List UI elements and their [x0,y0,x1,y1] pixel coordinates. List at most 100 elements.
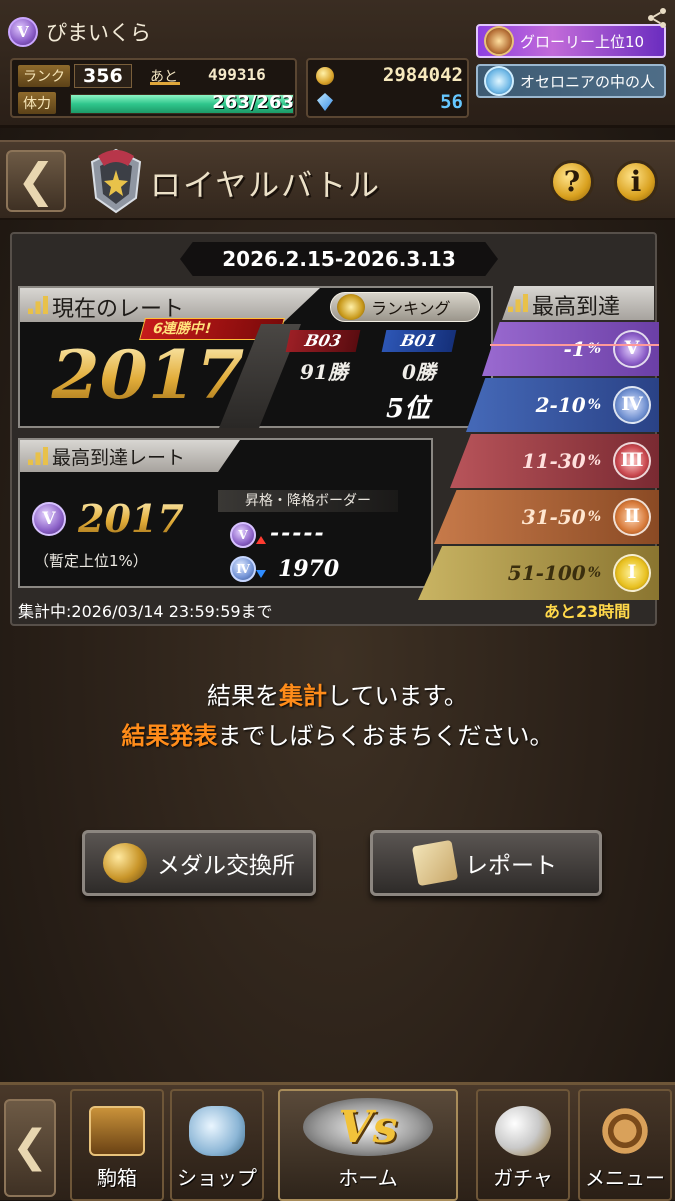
title-badge-glory[interactable]: グローリー上位10 [476,24,666,58]
laurel-icon [337,294,365,320]
rate-chart-icon [28,296,48,314]
info-button[interactable]: i [614,160,658,204]
nav-menu[interactable]: メニュー [578,1089,672,1201]
gem-count: 56 [440,91,463,113]
bo3-wins: 91勝 [300,360,348,384]
title-badge-secondary[interactable]: オセロニアの中の人 [476,64,666,98]
nav-label: 駒箱 [97,1166,137,1190]
current-rate-header: 現在のレート [20,288,320,322]
back-button[interactable]: ❮ [6,150,66,212]
bo1-label: B01 [381,330,457,352]
coin-icon [316,67,334,85]
player-info[interactable]: V ぴまいくら [8,12,151,52]
bottom-nav: ❮ 駒箱 ショップ Vs ホーム ガチャ メニュー [0,1082,675,1201]
currency-box[interactable]: 2984042 56 [306,58,469,118]
coin-count: 2984042 [382,64,463,86]
best-rate-header: 最高到達レート [20,440,240,472]
tier-4-medal-icon: Ⅳ [613,386,651,424]
tier-row-3: 11-30% Ⅲ [450,434,659,488]
character-avatar-icon [484,66,514,96]
status-message-line2: 結果発表までしばらくおまちください。 [0,716,675,751]
tier-unit: % [587,397,601,413]
remaining-time: あと23時間 [544,602,631,621]
promote-tier-icon: V [230,522,256,548]
tier-unit: % [587,565,601,581]
demote-tier-icon: Ⅳ [230,556,256,582]
next-rank-value: 499316 [208,65,266,84]
nav-shop[interactable]: ショップ [170,1089,264,1201]
report-button[interactable]: レポート [370,830,602,896]
tier-range: 51-100 [507,561,586,585]
best-rate-value: 2017 [78,496,184,541]
current-place: 5位 [386,394,431,424]
nav-home[interactable]: Vs ホーム [278,1089,458,1201]
top-status-bar: V ぴまいくら ランク 356 あと 499316 体力 263/263 298… [0,0,675,128]
royal-battle-crest-icon [90,148,142,214]
treasure-chest-icon [89,1106,145,1156]
stat-box: ランク 356 あと 499316 体力 263/263 [10,58,297,118]
demote-border-value: 1970 [278,556,340,582]
border-label: 昇格・降格ボーダー [218,490,398,512]
rating-card: 2026.2.15-2026.3.13 現在のレート ランキング 6連勝中! 2… [10,232,659,626]
rate-chart-icon [508,294,528,312]
title-bar: ❮ ロイヤルバトル ? i [0,140,675,220]
current-position-line [490,344,659,346]
current-rate-panel: 現在のレート ランキング 6連勝中! 2017 B03 B01 91勝 0勝 5… [18,286,493,428]
best-tier-medal-icon: V [32,502,66,536]
scroll-quill-icon [411,839,459,887]
medal-exchange-button[interactable]: メダル交換所 [82,830,316,896]
rate-chart-icon [28,447,48,465]
bo1-wins: 0勝 [402,360,436,384]
tier-range: 11-30 [521,449,586,473]
nav-piece-box[interactable]: 駒箱 [70,1089,164,1201]
hp-label: 体力 [18,92,56,114]
ranking-button[interactable]: ランキング [330,292,480,322]
tier-range: 31-50 [521,505,586,529]
tier-range: 2-10 [535,393,586,417]
season-period: 2026.2.15-2026.3.13 [180,242,498,276]
highest-tier-header: 最高到達 [502,286,654,320]
shop-bottle-icon [189,1106,245,1156]
rank-value: 356 [74,64,132,88]
footer-back-button[interactable]: ❮ [4,1099,56,1197]
nav-gacha[interactable]: ガチャ [476,1089,570,1201]
status-message-line1: 結果を集計しています。 [0,676,675,711]
message-text: 結果を [207,682,280,710]
message-highlight: 集計 [279,682,328,710]
best-rate-label: 最高到達レート [52,447,186,469]
exp-bar [150,82,180,85]
share-icon[interactable] [645,6,669,30]
rank-label: ランク [18,65,70,87]
title-badge-label: グローリー上位10 [520,32,645,51]
highest-tier-label: 最高到達 [532,295,621,320]
tier-row-1: 51-100% Ⅰ [418,546,659,600]
medal-icon [103,843,147,883]
hp-value: 263/263 [212,92,294,113]
tier-5-medal-icon: Ⅴ [613,330,651,368]
demote-arrow-icon [256,570,266,578]
tier-row-2: 31-50% Ⅱ [434,490,659,544]
nav-label: ホーム [338,1166,398,1190]
tier-unit: % [587,453,601,469]
best-rate-percentile: （暫定上位1%） [34,552,148,570]
gear-icon [597,1106,653,1156]
vs-icon: Vs [303,1098,433,1156]
best-rate-panel: 最高到達レート V 2017 （暫定上位1%） 昇格・降格ボーダー V ----… [18,438,433,588]
gem-icon [317,93,333,111]
tier-3-medal-icon: Ⅲ [613,442,651,480]
aggregation-countdown: 集計中:2026/03/14 23:59:59まで [18,602,273,621]
report-label: レポート [465,853,557,879]
title-badge-label: オセロニアの中の人 [520,72,656,91]
message-highlight: 結果発表 [121,722,218,750]
current-rate-value: 2017 [51,336,245,414]
ranking-button-label: ランキング [371,299,451,318]
promote-arrow-icon [256,536,266,544]
help-button[interactable]: ? [550,160,594,204]
medal-exchange-label: メダル交換所 [157,853,295,879]
page-title: ロイヤルバトル [150,168,381,204]
tier-1-medal-icon: Ⅰ [613,554,651,592]
tier-unit: % [587,509,601,525]
promote-border-value: ----- [270,520,326,546]
nav-label: メニュー [585,1166,665,1190]
message-text: までしばらくおまちください。 [217,722,554,750]
